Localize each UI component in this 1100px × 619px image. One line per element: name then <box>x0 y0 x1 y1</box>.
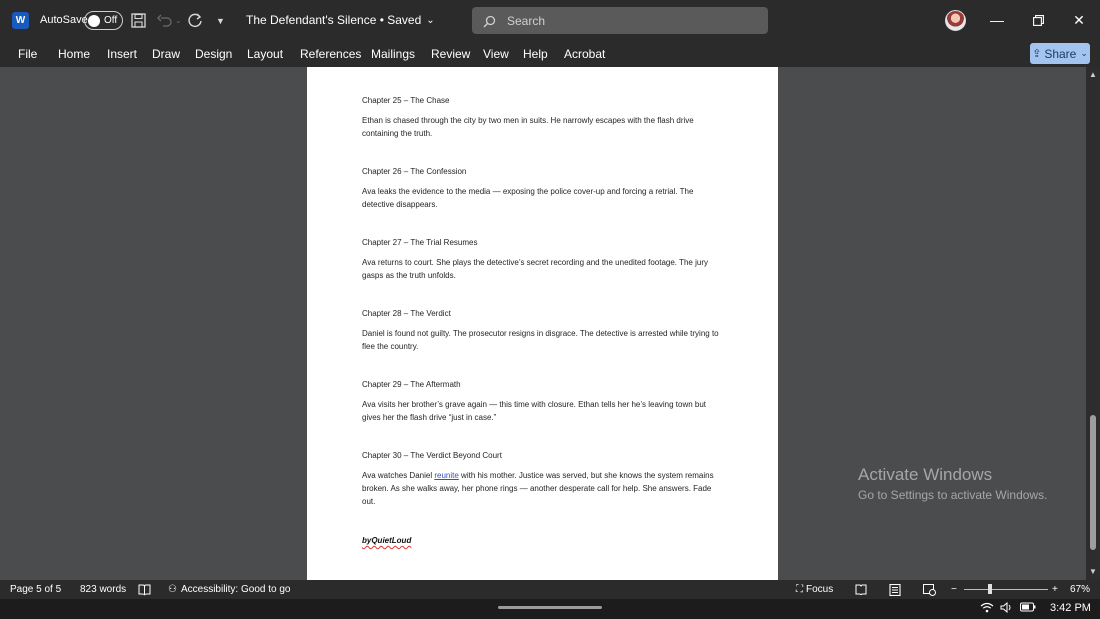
focus-button[interactable]: ⛶ Focus <box>796 584 833 595</box>
accessibility-label: Accessibility: Good to go <box>180 584 291 595</box>
accessibility-icon: ⚇ <box>168 584 177 595</box>
taskbar-handle[interactable] <box>498 606 602 609</box>
battery-icon[interactable] <box>1020 602 1036 612</box>
wifi-icon[interactable] <box>980 602 994 613</box>
document-title[interactable]: The Defendant's Silence • Saved ⌄ <box>246 13 435 27</box>
body-text: Ava watches Daniel <box>362 471 435 480</box>
print-layout-icon[interactable] <box>889 584 901 596</box>
tab-home[interactable]: Home <box>58 47 90 61</box>
focus-icon: ⛶ <box>796 584 803 595</box>
document-title-text: The Defendant's Silence • Saved <box>246 13 422 27</box>
zoom-slider-thumb[interactable] <box>988 584 992 594</box>
ribbon-tabs: File Home Insert Draw Design Layout Refe… <box>0 41 1100 67</box>
tab-file[interactable]: File <box>18 47 37 61</box>
status-bar: Page 5 of 5 823 words ⚇ Accessibility: G… <box>0 580 1100 599</box>
customize-qat-icon[interactable]: ▼ <box>216 11 225 30</box>
vertical-scrollbar[interactable]: ▲ ▼ <box>1086 67 1100 580</box>
volume-icon[interactable] <box>1000 602 1014 613</box>
zoom-out-icon[interactable]: − <box>951 584 957 595</box>
tab-insert[interactable]: Insert <box>107 47 137 61</box>
chapter-body[interactable]: Daniel is found not guilty. The prosecut… <box>362 327 722 353</box>
activate-windows-subtitle: Go to Settings to activate Windows. <box>858 488 1048 502</box>
close-icon[interactable]: ✕ <box>1069 10 1089 30</box>
activate-windows-title: Activate Windows <box>858 465 993 484</box>
scrollbar-thumb[interactable] <box>1090 415 1096 550</box>
tab-review[interactable]: Review <box>431 47 470 61</box>
document-canvas[interactable]: Chapter 25 – The Chase Ethan is chased t… <box>0 67 1086 580</box>
clock[interactable]: 3:42 PM <box>1050 602 1091 614</box>
chapter-body[interactable]: Ava leaks the evidence to the media — ex… <box>362 185 722 211</box>
chapter-heading[interactable]: Chapter 30 – The Verdict Beyond Court <box>362 449 722 462</box>
chevron-down-icon: ⌄ <box>426 14 435 26</box>
tab-layout[interactable]: Layout <box>247 47 283 61</box>
author-signature[interactable]: byQuietLoud <box>362 534 411 547</box>
chapter-body[interactable]: Ava returns to court. She plays the dete… <box>362 256 722 282</box>
share-icon: ⇪ <box>1032 48 1042 60</box>
tab-mailings[interactable]: Mailings <box>371 47 415 61</box>
zoom-slider-track[interactable] <box>964 589 1048 590</box>
chapter-heading[interactable]: Chapter 26 – The Confession <box>362 165 722 178</box>
taskbar: 3:42 PM <box>0 599 1100 619</box>
autosave-toggle[interactable]: Off <box>84 11 123 30</box>
toggle-knob <box>88 15 100 27</box>
chapter-body[interactable]: Ava watches Daniel reunite with his moth… <box>362 469 722 508</box>
search-icon <box>483 15 496 27</box>
word-logo-icon[interactable]: W <box>12 12 29 29</box>
tab-view[interactable]: View <box>483 47 509 61</box>
save-icon[interactable] <box>131 11 146 30</box>
tab-design[interactable]: Design <box>195 47 232 61</box>
page-count[interactable]: Page 5 of 5 <box>10 584 61 595</box>
zoom-level[interactable]: 67% <box>1070 584 1090 595</box>
restore-icon[interactable] <box>1028 10 1048 30</box>
share-label: Share <box>1044 46 1077 61</box>
undo-icon[interactable] <box>157 11 173 30</box>
minimize-icon[interactable]: — <box>987 10 1007 30</box>
scroll-up-icon[interactable]: ▲ <box>1089 70 1097 79</box>
chapter-heading[interactable]: Chapter 25 – The Chase <box>362 94 722 107</box>
redo-icon[interactable] <box>188 11 204 30</box>
avatar[interactable] <box>945 10 966 31</box>
chapter-heading[interactable]: Chapter 27 – The Trial Resumes <box>362 236 722 249</box>
chapter-heading[interactable]: Chapter 28 – The Verdict <box>362 307 722 320</box>
autosave-state: Off <box>104 15 118 26</box>
web-layout-icon[interactable] <box>923 584 936 596</box>
focus-label: Focus <box>806 584 834 595</box>
chapter-body[interactable]: Ethan is chased through the city by two … <box>362 114 722 140</box>
search-box[interactable]: Search <box>472 7 768 34</box>
search-placeholder: Search <box>507 13 546 28</box>
undo-dropdown-icon[interactable]: ⌄ <box>175 11 182 30</box>
autosave-label: AutoSave <box>40 14 88 26</box>
word-count[interactable]: 823 words <box>80 584 126 595</box>
title-bar: W AutoSave Off ⌄ ▼ The Defendant's Silen… <box>0 0 1100 41</box>
flagged-word[interactable]: reunite <box>434 471 458 480</box>
tab-references[interactable]: References <box>300 47 361 61</box>
document-page[interactable]: Chapter 25 – The Chase Ethan is chased t… <box>307 67 778 580</box>
share-button[interactable]: ⇪ Share ⌄ <box>1030 43 1090 64</box>
tab-draw[interactable]: Draw <box>152 47 180 61</box>
proofing-icon[interactable] <box>138 584 151 596</box>
zoom-in-icon[interactable]: + <box>1052 584 1058 595</box>
tab-help[interactable]: Help <box>523 47 548 61</box>
accessibility-status[interactable]: ⚇ Accessibility: Good to go <box>168 584 290 595</box>
read-mode-icon[interactable] <box>855 584 867 595</box>
chapter-heading[interactable]: Chapter 29 – The Aftermath <box>362 378 722 391</box>
chevron-down-icon: ⌄ <box>1080 48 1088 58</box>
tab-acrobat[interactable]: Acrobat <box>564 47 605 61</box>
chapter-body[interactable]: Ava visits her brother’s grave again — t… <box>362 398 722 424</box>
scroll-down-icon[interactable]: ▼ <box>1089 567 1097 576</box>
